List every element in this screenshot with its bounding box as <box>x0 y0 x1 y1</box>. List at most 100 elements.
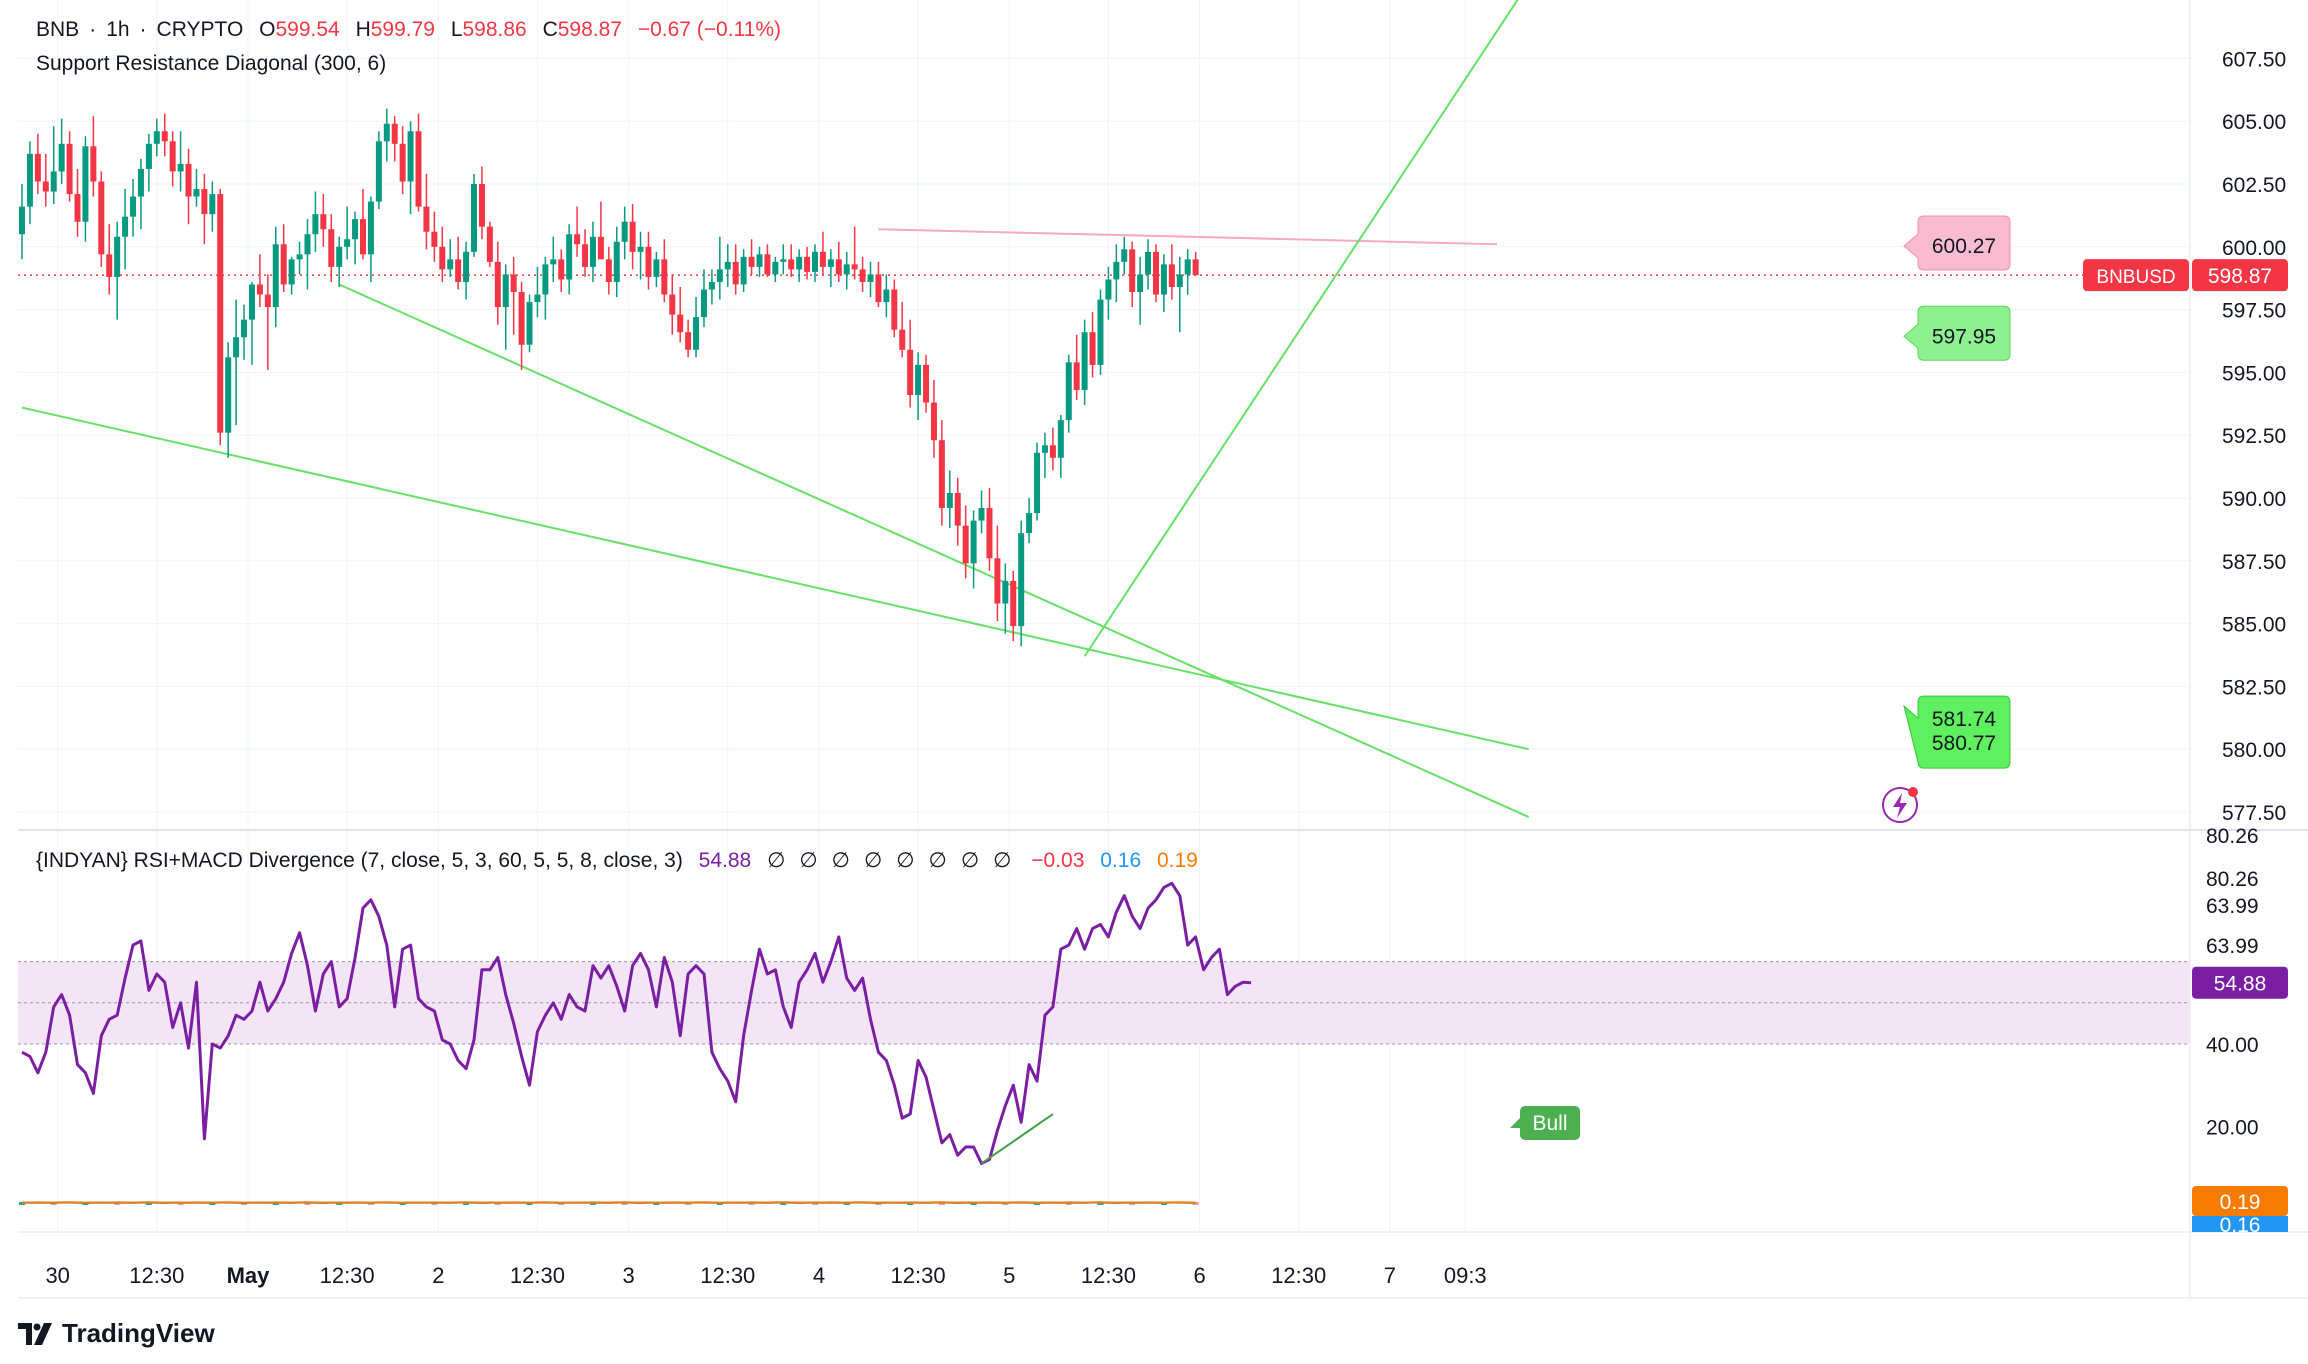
price-badge-label: 598.87 <box>2208 265 2272 288</box>
candle-body <box>1065 362 1072 421</box>
indicator-title: Support Resistance Diagonal (300, 6) <box>36 52 387 75</box>
price-tick-label: 592.50 <box>2222 425 2286 448</box>
candle-body <box>439 246 446 270</box>
time-tick-label: 12:30 <box>320 1263 375 1288</box>
time-tick-label: 12:30 <box>1081 1263 1136 1288</box>
candle-body <box>1097 299 1104 365</box>
candle-body <box>1105 279 1112 300</box>
candle-body <box>399 143 406 182</box>
candle-body <box>106 254 113 277</box>
indicator-legend[interactable]: Support Resistance Diagonal (300, 6) <box>36 52 396 76</box>
candle-body <box>994 558 1001 604</box>
sr-badge-label: 580.77 <box>1932 732 1996 755</box>
high-value: 599.79 <box>370 18 435 41</box>
bull-divergence-line <box>980 1113 1054 1165</box>
low-value: 598.86 <box>462 18 527 41</box>
candle-body <box>130 196 137 217</box>
price-tick-label: 577.50 <box>2222 802 2286 825</box>
candle-body <box>1168 264 1175 287</box>
candle-body <box>431 231 438 247</box>
candle-body <box>1041 445 1048 453</box>
rsi-tick-label: 80.26 <box>2206 868 2259 891</box>
rsi-tick-label: 20.00 <box>2206 1116 2259 1139</box>
candle-body <box>50 171 57 192</box>
candle-body <box>566 234 573 280</box>
candle-body <box>589 236 596 267</box>
candle-body <box>98 181 105 255</box>
sr-badge-label: 600.27 <box>1932 235 1996 258</box>
candle-body <box>558 259 565 280</box>
price-tick-label: 590.00 <box>2222 488 2286 511</box>
candle-body <box>359 219 366 255</box>
candle-body <box>938 440 945 509</box>
rsi-tick-label: 40.00 <box>2206 1034 2259 1057</box>
candle-body <box>637 246 644 252</box>
candle-body <box>42 181 49 192</box>
rsi-tick-label: 63.99 <box>2206 895 2259 918</box>
rsi-legend[interactable]: {INDYAN} RSI+MACD Divergence (7, close, … <box>36 848 1208 873</box>
candle-body <box>788 259 795 270</box>
candle-body <box>764 254 771 275</box>
candle-body <box>510 274 517 293</box>
candle-body <box>970 520 977 564</box>
legend-symbol[interactable]: BNB <box>36 18 79 41</box>
candle-body <box>780 259 787 262</box>
candle-body <box>296 254 303 260</box>
candle-body <box>693 317 700 350</box>
rsi-tick-label: 63.99 <box>2206 935 2259 958</box>
brand[interactable]: TradingView <box>18 1318 215 1349</box>
chart-canvas[interactable]: 577.50 580.00 582.50 585.00 587.50 590.00 592.… <box>0 0 2308 1364</box>
price-tick-label: 585.00 <box>2222 614 2286 637</box>
candle-body <box>145 143 152 169</box>
support-line <box>1083 0 1519 657</box>
candle-body <box>605 259 612 282</box>
candle-body <box>1121 249 1128 262</box>
macd-line-badge-label: 0.16 <box>2220 1214 2261 1237</box>
candle-body <box>352 219 359 240</box>
candle-body <box>1034 452 1041 514</box>
price-tick-label: 587.50 <box>2222 551 2286 574</box>
time-tick-label: 7 <box>1384 1263 1396 1288</box>
candle-body <box>161 131 168 142</box>
candle-body <box>574 234 581 245</box>
candle-body <box>875 274 882 303</box>
candle-body <box>304 234 311 255</box>
candle-body <box>1184 259 1191 275</box>
time-tick-label: 12:30 <box>891 1263 946 1288</box>
candle-body <box>1057 420 1064 458</box>
candle-body <box>899 329 906 350</box>
time-tick-label: 12:30 <box>129 1263 184 1288</box>
rsi-title: {INDYAN} RSI+MACD Divergence (7, close, … <box>36 849 683 872</box>
candle-body <box>923 364 930 403</box>
empty-mark: ∅ <box>896 849 915 872</box>
candle-body <box>248 284 255 320</box>
tradingview-logo-icon <box>18 1322 52 1345</box>
empty-mark: ∅ <box>928 849 947 872</box>
candle-body <box>256 284 263 295</box>
candle-body <box>534 294 541 303</box>
candle-body <box>629 221 636 252</box>
time-tick-label: 3 <box>623 1263 635 1288</box>
candle-body <box>907 349 914 396</box>
candle-body <box>1026 513 1033 534</box>
candle-body <box>954 492 961 526</box>
candle-body <box>526 302 533 345</box>
macd-hist-value: −0.03 <box>1031 849 1085 872</box>
low-label: L <box>450 18 463 41</box>
candle-body <box>82 146 89 222</box>
candle-body <box>90 146 97 182</box>
candle-body <box>685 332 692 350</box>
candle-body <box>407 131 414 182</box>
support-line <box>338 283 1530 818</box>
macd-signal-value: 0.19 <box>1156 849 1198 872</box>
candle-body <box>1129 249 1136 293</box>
candle-body <box>1018 533 1025 627</box>
candle-body <box>312 214 319 235</box>
brand-name: TradingView <box>62 1318 215 1348</box>
candle-body <box>423 206 430 232</box>
candle-body <box>756 254 763 267</box>
candle-body <box>1145 251 1152 275</box>
empty-mark: ∅ <box>831 849 850 872</box>
candle-body <box>391 123 398 144</box>
legend-exchange: CRYPTO <box>156 18 244 41</box>
